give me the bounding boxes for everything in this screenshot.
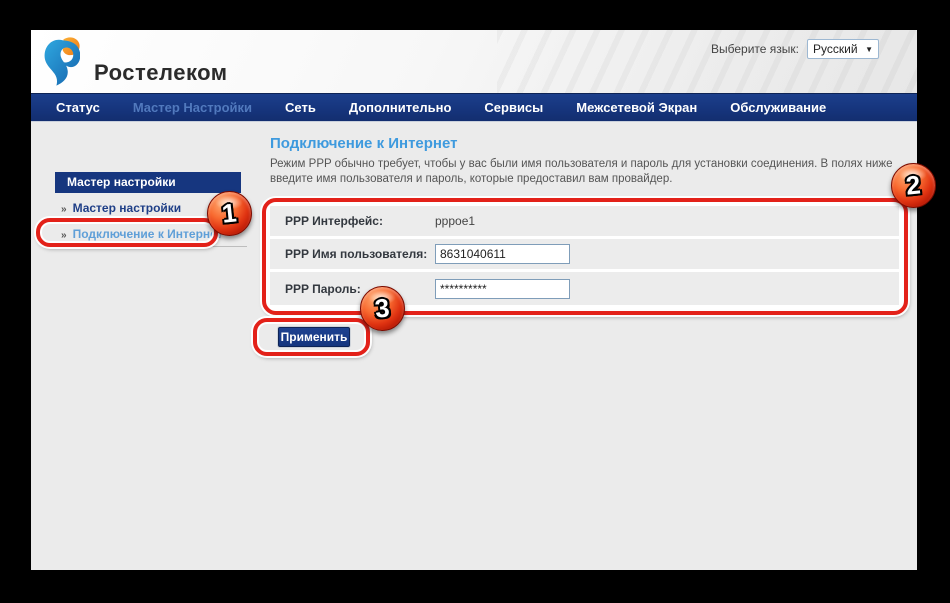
form-row-password: PPP Пароль: bbox=[270, 272, 899, 305]
ppp-interface-label: PPP Интерфейс: bbox=[270, 214, 435, 228]
form-row-interface: PPP Интерфейс: pppoe1 bbox=[270, 206, 899, 236]
language-selected-value: Русский bbox=[813, 42, 858, 56]
sidebar-item-wizard[interactable]: » Мастер настройки bbox=[55, 195, 247, 221]
ppp-form: PPP Интерфейс: pppoe1 PPP Имя пользовате… bbox=[266, 202, 903, 309]
ppp-password-label: PPP Пароль: bbox=[270, 282, 435, 296]
router-admin-page: Ростелеком Выберите язык: Русский ▼ Стат… bbox=[31, 30, 917, 570]
page-header: Ростелеком Выберите язык: Русский ▼ bbox=[31, 30, 917, 93]
apply-button[interactable]: Применить bbox=[278, 327, 350, 347]
page-description: Режим PPP обычно требует, чтобы у вас бы… bbox=[270, 157, 906, 187]
sidebar-item-internet-connection[interactable]: » Подключение к Интернет bbox=[55, 221, 247, 247]
logo-wordmark: Ростелеком bbox=[94, 60, 228, 86]
main-nav: Статус Мастер Настройки Сеть Дополнитель… bbox=[31, 93, 917, 122]
sidebar-item-label: Мастер настройки bbox=[73, 201, 182, 215]
nav-item-maintenance[interactable]: Обслуживание bbox=[730, 100, 826, 115]
rostelecom-swirl-icon bbox=[44, 35, 80, 89]
rostelecom-logo: Ростелеком bbox=[44, 35, 80, 89]
screenshot-frame: Ростелеком Выберите язык: Русский ▼ Стат… bbox=[0, 0, 950, 603]
ppp-username-input[interactable] bbox=[435, 244, 570, 264]
sidebar-header: Мастер настройки bbox=[55, 172, 241, 193]
annotation-step-2-number: 2 bbox=[905, 169, 923, 201]
chevron-right-icon: » bbox=[61, 204, 67, 215]
form-row-username: PPP Имя пользователя: bbox=[270, 239, 899, 269]
nav-item-status[interactable]: Статус bbox=[56, 100, 100, 115]
nav-item-wizard[interactable]: Мастер Настройки bbox=[133, 100, 252, 115]
chevron-down-icon: ▼ bbox=[865, 45, 873, 54]
nav-item-advanced[interactable]: Дополнительно bbox=[349, 100, 452, 115]
nav-item-network[interactable]: Сеть bbox=[285, 100, 316, 115]
ppp-username-label: PPP Имя пользователя: bbox=[270, 247, 435, 261]
language-label: Выберите язык: bbox=[711, 42, 799, 56]
ppp-interface-value: pppoe1 bbox=[435, 214, 475, 228]
language-selector-row: Выберите язык: Русский ▼ bbox=[711, 39, 879, 59]
language-select[interactable]: Русский ▼ bbox=[807, 39, 879, 59]
sidebar-item-label: Подключение к Интернет bbox=[73, 227, 223, 241]
ppp-password-input[interactable] bbox=[435, 279, 570, 299]
nav-item-services[interactable]: Сервисы bbox=[484, 100, 543, 115]
page-title: Подключение к Интернет bbox=[270, 135, 458, 152]
nav-item-firewall[interactable]: Межсетевой Экран bbox=[576, 100, 697, 115]
chevron-right-icon: » bbox=[61, 230, 67, 241]
